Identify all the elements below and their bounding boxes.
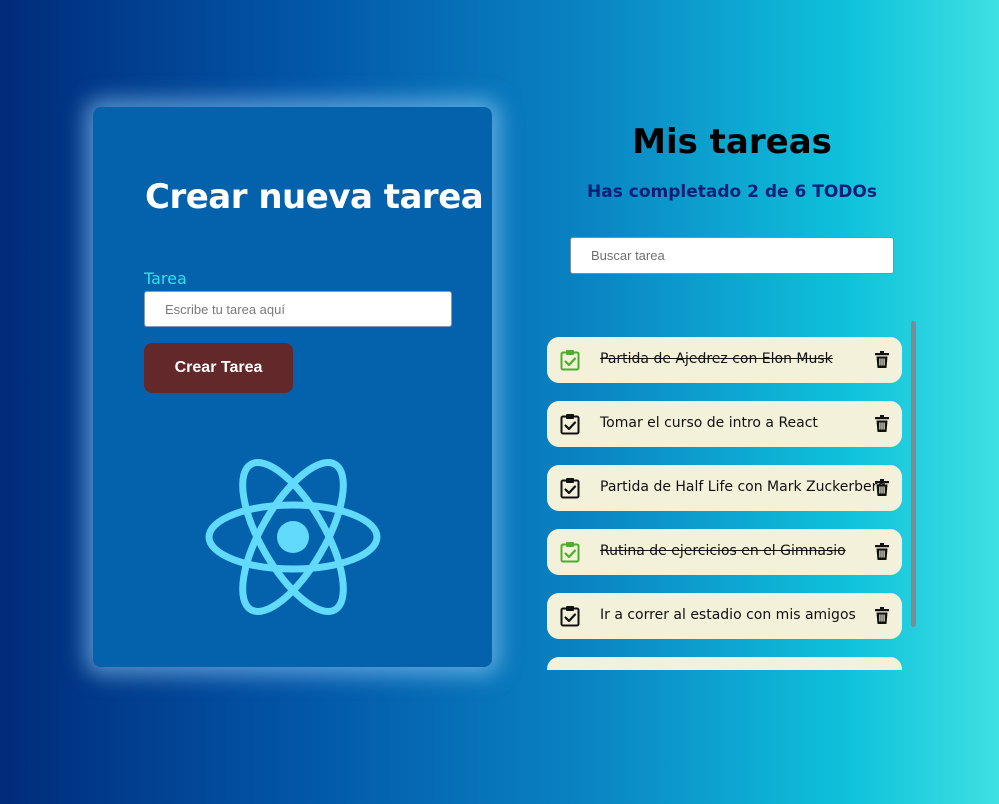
create-task-button[interactable]: Crear Tarea [144,343,293,393]
todo-text: Rutina de ejercicios en el Gimnasio [600,543,846,559]
todo-item: Partida de Half Life con Mark Zuckerberg [547,465,902,511]
todo-item: Rutina de ejercicios en el Gimnasio [547,529,902,575]
task-input[interactable] [144,291,452,327]
todo-text: Tomar el curso de intro a React [600,415,818,431]
trash-icon[interactable] [875,479,889,496]
trash-icon[interactable] [875,607,889,624]
todo-item: Partida de Ajedrez con Elon Musk [547,337,902,383]
create-task-title: Crear nueva tarea [145,177,484,217]
react-logo-icon [205,459,381,615]
clipboard-check-icon[interactable] [560,541,580,563]
todo-list-title: Mis tareas [632,122,832,162]
clipboard-check-icon[interactable] [560,669,580,670]
scrollbar-thumb[interactable] [911,321,916,627]
todo-text: Ir a correr al estadio con mis amigos [600,607,856,623]
clipboard-check-icon[interactable] [560,477,580,499]
todo-counter: Has completado 2 de 6 TODOs [587,182,877,202]
trash-icon[interactable] [875,351,889,368]
todo-text: Partida de Ajedrez con Elon Musk [600,351,833,367]
trash-icon[interactable] [875,415,889,432]
todo-list: Partida de Ajedrez con Elon Musk Tomar el… [547,337,902,670]
todo-list-scrollbar[interactable] [911,321,917,670]
clipboard-check-icon[interactable] [560,605,580,627]
task-field-label: Tarea [144,269,187,288]
search-input[interactable] [570,237,894,274]
todo-item: Ir a correr al estadio con mis amigos [547,593,902,639]
clipboard-check-icon[interactable] [560,349,580,371]
clipboard-check-icon[interactable] [560,413,580,435]
todo-text: Partida de Half Life con Mark Zuckerberg [600,479,887,495]
todo-item [547,657,902,670]
todo-list-viewport[interactable]: Partida de Ajedrez con Elon Musk Tomar el… [547,337,902,670]
todo-item: Tomar el curso de intro a React [547,401,902,447]
create-task-card: Crear nueva tarea Tarea Crear Tarea [93,107,492,667]
trash-icon[interactable] [875,543,889,560]
